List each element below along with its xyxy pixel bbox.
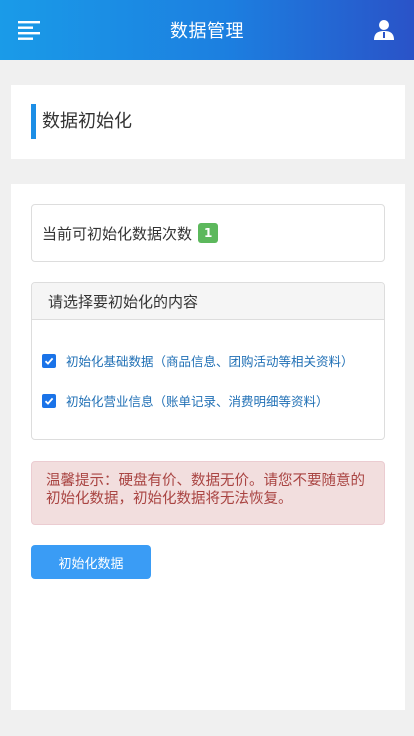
menu-icon (18, 21, 40, 40)
menu-button[interactable] (10, 12, 50, 48)
title-accent-bar (31, 104, 36, 139)
top-header: 数据管理 (0, 0, 414, 60)
init-data-button[interactable]: 初始化数据 (31, 545, 151, 579)
checkbox-basic-data[interactable] (42, 353, 56, 368)
page-title: 数据管理 (170, 21, 244, 42)
option-basic-data[interactable]: 初始化基础数据（商品信息、团购活动等相关资料） (42, 351, 354, 370)
user-button[interactable] (364, 12, 404, 48)
warning-alert: 温馨提示：硬盘有价、数据无价。请您不要随意的初始化数据，初始化数据将无法恢复。 (31, 461, 385, 525)
user-icon (374, 20, 394, 40)
section-title-card: 数据初始化 (11, 85, 405, 159)
panel-heading: 请选择要初始化的内容 (32, 283, 384, 320)
checkbox-business-data[interactable] (42, 393, 56, 408)
main-card: 当前可初始化数据次数 1 请选择要初始化的内容 初始化基础数据（商品信息、团购活… (11, 184, 405, 710)
option-business-data-label: 初始化营业信息（账单记录、消费明细等资料） (66, 394, 329, 409)
init-count-badge: 1 (198, 223, 219, 243)
option-basic-data-label: 初始化基础数据（商品信息、团购活动等相关资料） (66, 354, 354, 369)
check-icon (44, 357, 54, 365)
check-icon (44, 397, 54, 405)
init-count-label: 当前可初始化数据次数 (42, 224, 193, 243)
init-count-box: 当前可初始化数据次数 1 (31, 204, 385, 262)
option-business-data[interactable]: 初始化营业信息（账单记录、消费明细等资料） (42, 391, 329, 410)
section-title: 数据初始化 (42, 111, 132, 132)
select-content-panel: 请选择要初始化的内容 初始化基础数据（商品信息、团购活动等相关资料） 初始化营业… (31, 282, 385, 440)
